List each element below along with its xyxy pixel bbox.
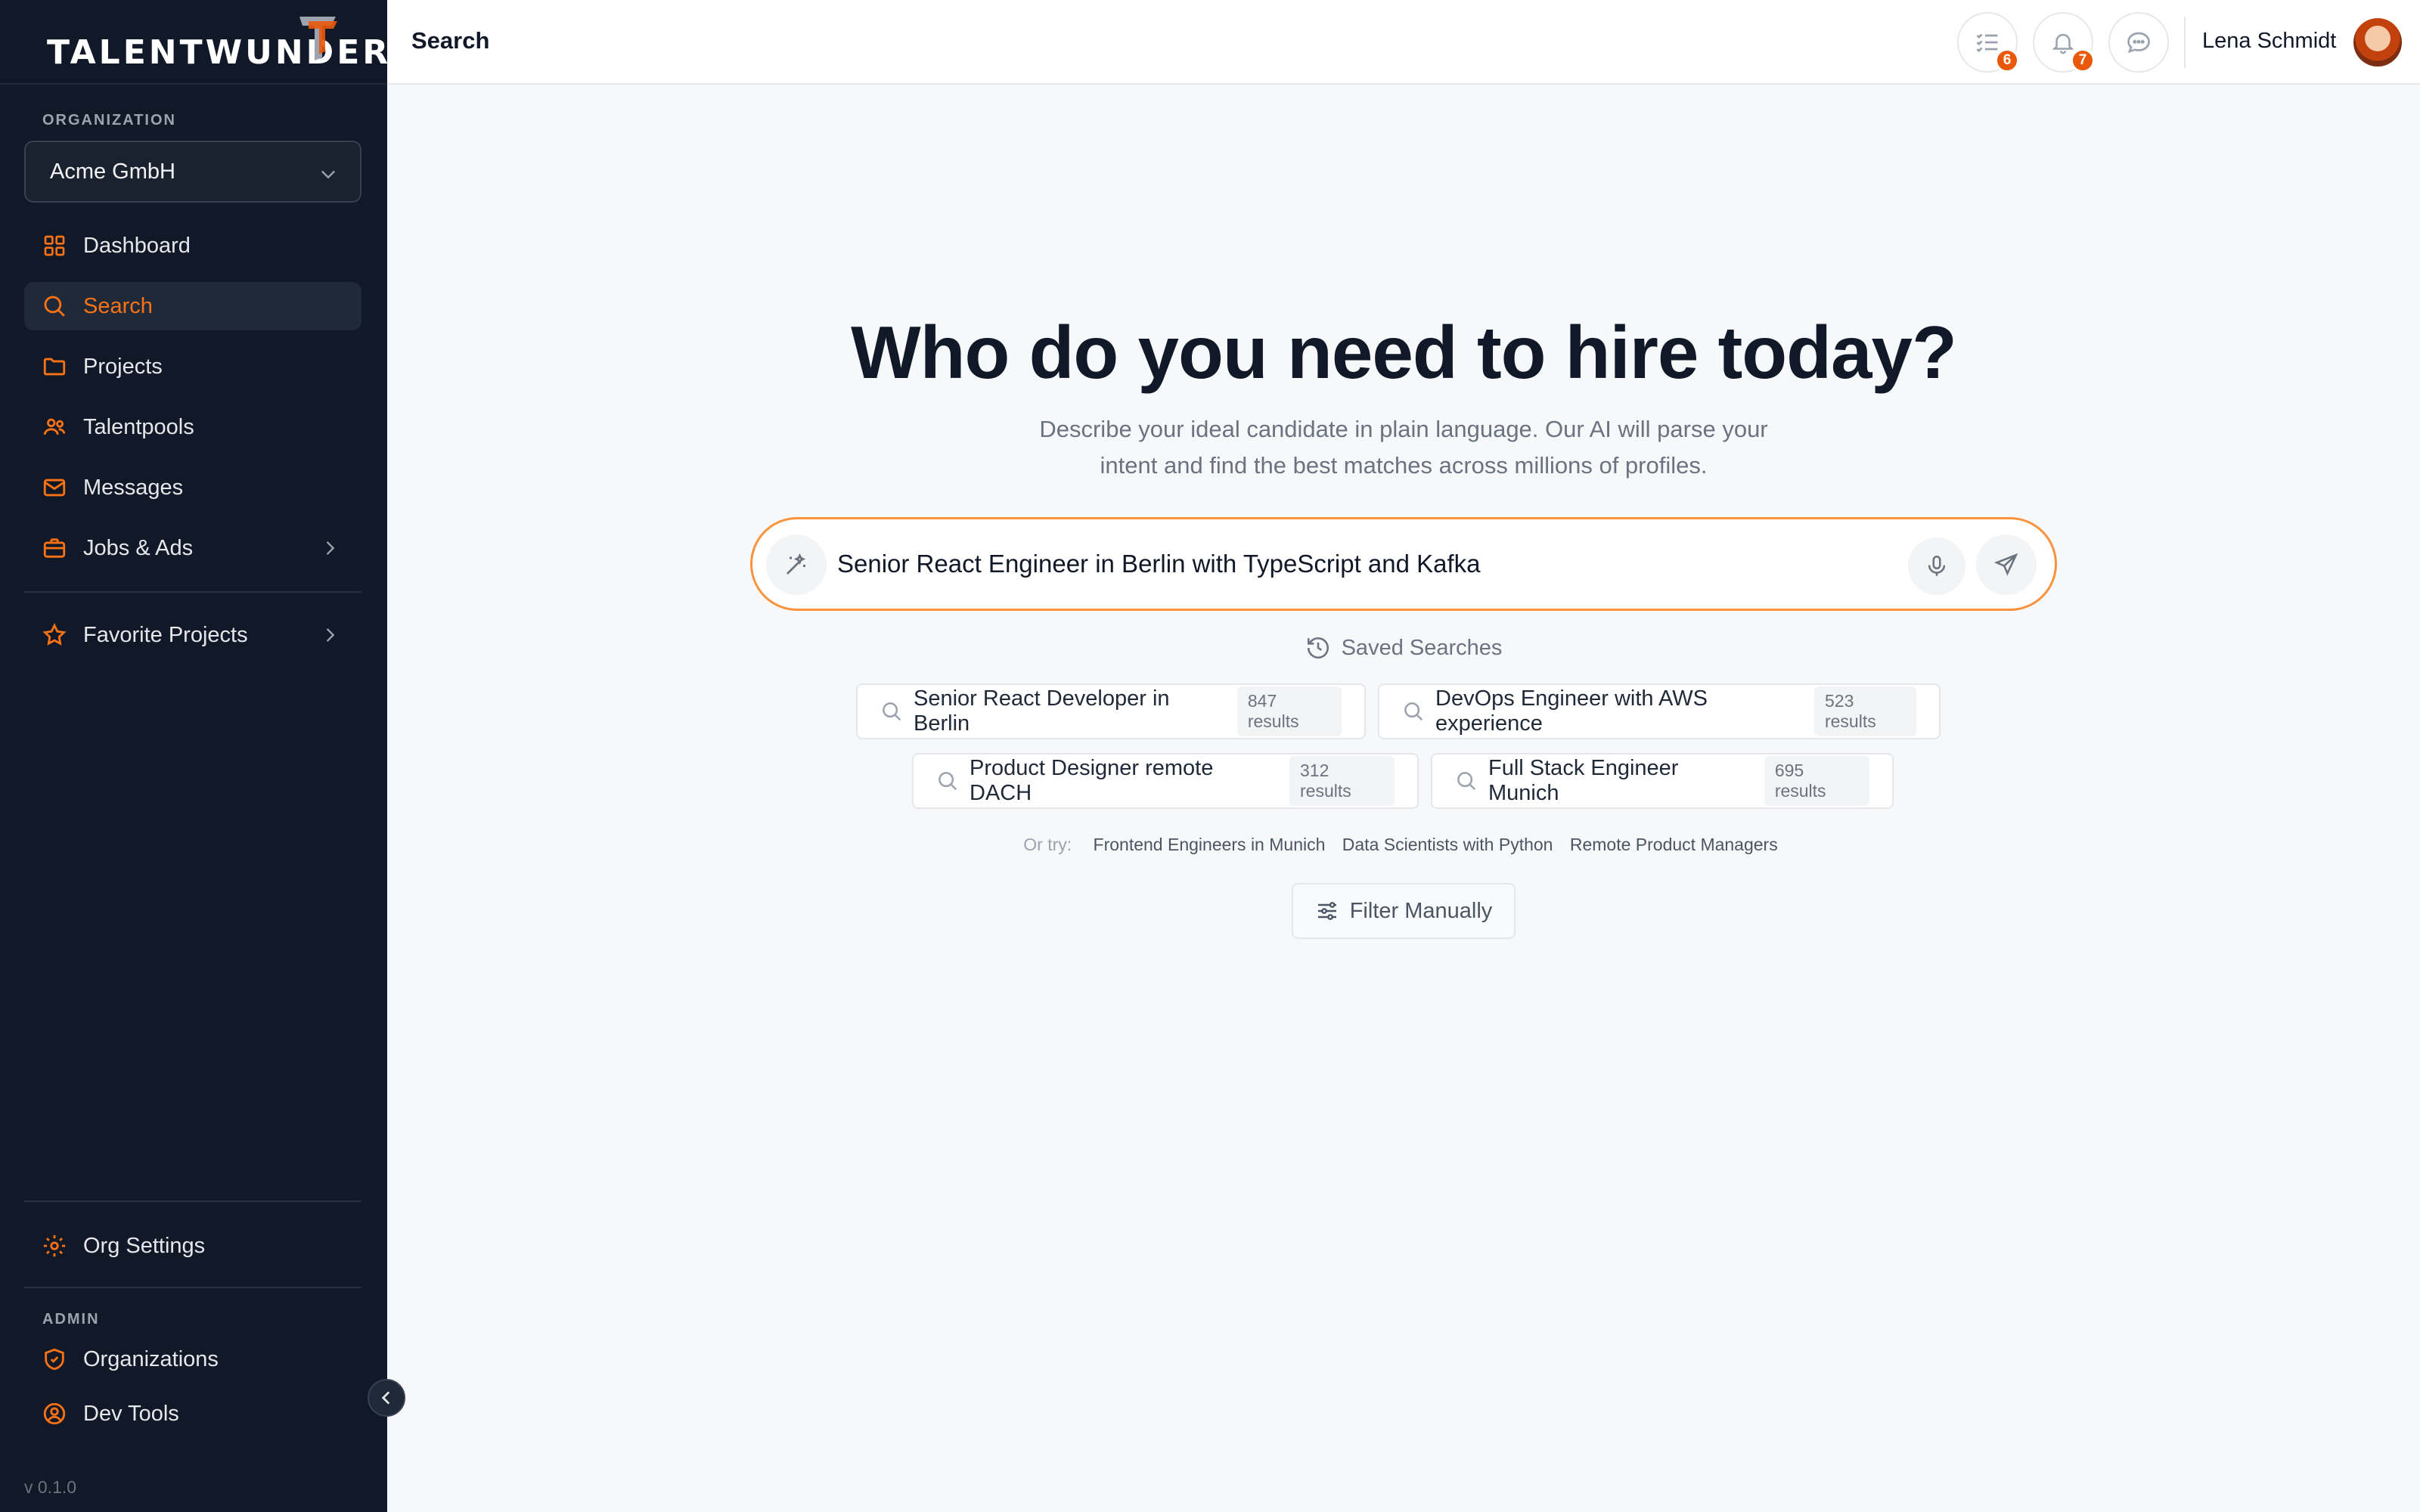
saved-searches-label: Saved Searches	[1341, 635, 1503, 660]
nav-messages[interactable]: Messages	[24, 463, 361, 512]
nav-projects[interactable]: Projects	[24, 342, 361, 391]
nav-search[interactable]: Search	[24, 282, 361, 330]
chat-button[interactable]	[2108, 12, 2169, 73]
ai-assist-button[interactable]	[766, 534, 827, 595]
header-separator	[2184, 17, 2186, 68]
search-icon	[1455, 770, 1478, 792]
sidebar-collapse-button[interactable]	[368, 1379, 405, 1417]
saved-search-label: Full Stack Engineer Munich	[1488, 756, 1679, 805]
briefcase-icon	[41, 534, 68, 562]
bell-icon	[2052, 33, 2074, 54]
page-title: Search	[411, 27, 490, 54]
star-icon	[41, 621, 68, 649]
hero-headline: Who do you need to hire today?	[851, 311, 1957, 394]
chat-bubble-icon	[2127, 32, 2150, 54]
top-bar: Search 6 7 Lena Schmidt	[387, 0, 2420, 85]
avatar[interactable]	[2353, 18, 2402, 67]
tasks-button[interactable]: 6	[1957, 12, 2019, 73]
search-icon	[936, 770, 959, 792]
nav-org-settings-label: Org Settings	[83, 1233, 206, 1258]
chevron-left-icon	[381, 1391, 390, 1405]
logo-area: TALENTWUNDER	[0, 0, 388, 85]
user-name[interactable]: Lena Schmidt	[2202, 29, 2336, 54]
shield-icon	[41, 1346, 68, 1373]
suggestions-row: Or try: Frontend Engineers in Munich Dat…	[387, 835, 2420, 855]
send-search-button[interactable]	[1976, 534, 2037, 595]
chevron-down-icon	[321, 170, 335, 179]
sidebar: TALENTWUNDER ORGANIZATION Acme GmbH Dash…	[0, 0, 388, 1512]
saved-searches-header: Saved Searches	[387, 635, 2420, 661]
search-input[interactable]: Senior React Engineer in Berlin with Typ…	[837, 550, 1481, 578]
user-circle-icon	[41, 1400, 68, 1427]
ai-search-box: Senior React Engineer in Berlin with Typ…	[750, 517, 2057, 611]
sidebar-divider	[24, 1201, 361, 1202]
filter-manually-button[interactable]: Filter Manually	[1292, 883, 1516, 939]
nav-dashboard[interactable]: Dashboard	[24, 222, 361, 270]
organization-value: Acme GmbH	[50, 159, 175, 184]
nav-messages-label: Messages	[83, 475, 184, 500]
saved-search-chip[interactable]: Senior React Developer in Berlin 847 res…	[856, 683, 1366, 739]
nav-dashboard-label: Dashboard	[83, 233, 191, 258]
suggestion-link[interactable]: Frontend Engineers in Munich	[1094, 835, 1326, 854]
voice-input-button[interactable]	[1908, 538, 1965, 595]
saved-search-chip[interactable]: Product Designer remote DACH 312 results	[912, 753, 1419, 809]
chevron-right-icon	[326, 541, 335, 555]
saved-search-count: 847 results	[1236, 686, 1342, 736]
nav-search-label: Search	[83, 293, 153, 318]
nav-dev-tools[interactable]: Dev Tools	[24, 1390, 361, 1438]
notifications-badge: 7	[2071, 48, 2095, 73]
search-icon	[41, 293, 68, 320]
saved-search-count: 312 results	[1289, 756, 1395, 806]
chevron-right-icon	[326, 628, 335, 642]
nav-organizations-label: Organizations	[83, 1346, 219, 1371]
microphone-icon	[1928, 555, 1946, 576]
nav-jobs-ads[interactable]: Jobs & Ads	[24, 524, 361, 572]
organization-label: ORGANIZATION	[42, 112, 176, 129]
saved-search-count: 695 results	[1764, 756, 1869, 806]
admin-label: ADMIN	[42, 1311, 100, 1328]
nav-favorite-projects-label: Favorite Projects	[83, 622, 248, 647]
nav-projects-label: Projects	[83, 354, 163, 379]
saved-search-count: 523 results	[1813, 686, 1916, 736]
nav-dev-tools-label: Dev Tools	[83, 1401, 179, 1426]
folder-icon	[41, 353, 68, 380]
main-content: Search 6 7 Lena Schmidt Who do you need …	[387, 0, 2420, 1512]
users-icon	[41, 414, 68, 441]
search-icon	[1402, 700, 1425, 723]
filter-manually-label: Filter Manually	[1349, 898, 1493, 923]
saved-search-label: DevOps Engineer with AWS experience	[1435, 686, 1708, 736]
app-root: TALENTWUNDER ORGANIZATION Acme GmbH Dash…	[0, 0, 2420, 1512]
logo-mark-icon	[299, 17, 337, 60]
saved-search-label: Senior React Developer in Berlin	[914, 686, 1170, 736]
suggestion-link[interactable]: Remote Product Managers	[1570, 835, 1778, 854]
suggestion-link[interactable]: Data Scientists with Python	[1342, 835, 1553, 854]
organization-select[interactable]: Acme GmbH	[24, 141, 361, 203]
nav-jobs-ads-label: Jobs & Ads	[83, 535, 194, 560]
notifications-button[interactable]: 7	[2033, 12, 2095, 73]
nav-organizations[interactable]: Organizations	[24, 1335, 361, 1383]
saved-search-chip[interactable]: Full Stack Engineer Munich 695 results	[1431, 753, 1894, 809]
or-try-label: Or try:	[1023, 835, 1072, 854]
saved-search-label: Product Designer remote DACH	[970, 756, 1214, 805]
dashboard-icon	[41, 232, 68, 259]
sidebar-divider	[24, 591, 361, 593]
sliders-icon	[1317, 902, 1336, 920]
send-icon	[1993, 553, 2018, 576]
tasks-badge: 6	[1995, 48, 2019, 73]
saved-search-chip[interactable]: DevOps Engineer with AWS experience 523 …	[1378, 683, 1941, 739]
nav-favorite-projects[interactable]: Favorite Projects	[24, 611, 361, 659]
sidebar-divider	[24, 1287, 361, 1288]
hero-subtitle: Describe your ideal candidate in plain l…	[1039, 416, 1768, 479]
gear-icon	[41, 1232, 68, 1259]
nav-talentpools[interactable]: Talentpools	[24, 403, 361, 451]
search-icon	[880, 700, 903, 723]
nav-talentpools-label: Talentpools	[83, 414, 194, 439]
mail-icon	[41, 474, 68, 501]
magic-wand-icon	[786, 553, 806, 575]
checklist-icon	[1976, 33, 1998, 53]
history-icon	[1307, 637, 1329, 659]
nav-org-settings[interactable]: Org Settings	[24, 1222, 361, 1270]
logo-text: TALENTWUNDER	[47, 33, 392, 72]
version-label: v 0.1.0	[24, 1477, 77, 1497]
